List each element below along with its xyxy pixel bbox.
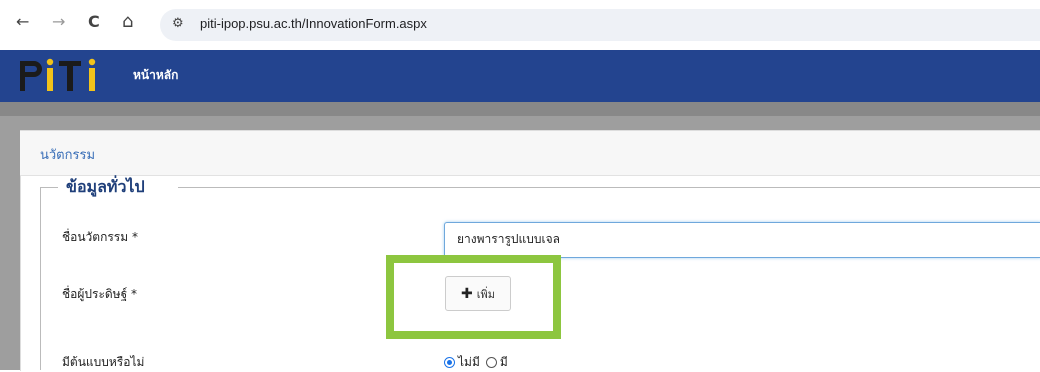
inventor-label: ชื่อผู้ประดิษฐ์ * — [62, 285, 137, 304]
breadcrumb[interactable]: นวัตกรรม — [40, 144, 95, 165]
required-mark: * — [131, 230, 138, 244]
add-button-label: เพิ่ม — [476, 287, 495, 301]
breadcrumb-bar — [20, 131, 1040, 176]
site-info-icon[interactable]: ⚙ — [172, 16, 184, 31]
prototype-option-no-label[interactable]: ไม่มี — [458, 353, 480, 372]
prototype-label: มีต้นแบบหรือไม่ — [62, 355, 145, 369]
url-text[interactable]: piti-ipop.psu.ac.th/InnovationForm.aspx — [200, 16, 427, 31]
innovation-name-label-text: ชื่อนวัตกรรม — [62, 230, 129, 244]
required-mark: * — [131, 287, 138, 301]
plus-icon: ✚ — [461, 285, 473, 302]
section-title: ข้อมูลทั่วไป — [66, 177, 145, 196]
fieldset-border — [40, 187, 41, 370]
back-arrow-icon[interactable]: ← — [16, 12, 29, 32]
reload-icon[interactable]: C — [88, 12, 100, 32]
add-inventor-button[interactable]: ✚ เพิ่ม — [445, 276, 511, 311]
innovation-name-field-wrapper[interactable] — [444, 222, 1040, 258]
home-icon[interactable]: ⌂ — [122, 12, 133, 32]
fieldset-border — [40, 187, 58, 188]
address-bar[interactable]: ⚙ piti-ipop.psu.ac.th/InnovationForm.asp… — [160, 9, 1040, 41]
prototype-radio-group: ไม่มี มี — [444, 353, 508, 372]
prototype-option-yes-label[interactable]: มี — [500, 353, 508, 372]
forward-arrow-icon[interactable]: → — [52, 12, 65, 32]
piti-logo[interactable] — [18, 53, 118, 97]
fieldset-border — [178, 187, 1040, 188]
nav-home-link[interactable]: หน้าหลัก — [133, 66, 178, 85]
prototype-radio-no[interactable] — [444, 357, 455, 368]
prototype-radio-yes[interactable] — [485, 357, 497, 368]
browser-toolbar: ← → C ⌂ ⚙ piti-ipop.psu.ac.th/Innovation… — [0, 0, 1040, 50]
inventor-label-text: ชื่อผู้ประดิษฐ์ — [62, 287, 128, 301]
innovation-name-label: ชื่อนวัตกรรม * — [62, 228, 138, 247]
page-background-strip — [0, 102, 1040, 116]
innovation-name-input[interactable] — [457, 232, 1017, 246]
